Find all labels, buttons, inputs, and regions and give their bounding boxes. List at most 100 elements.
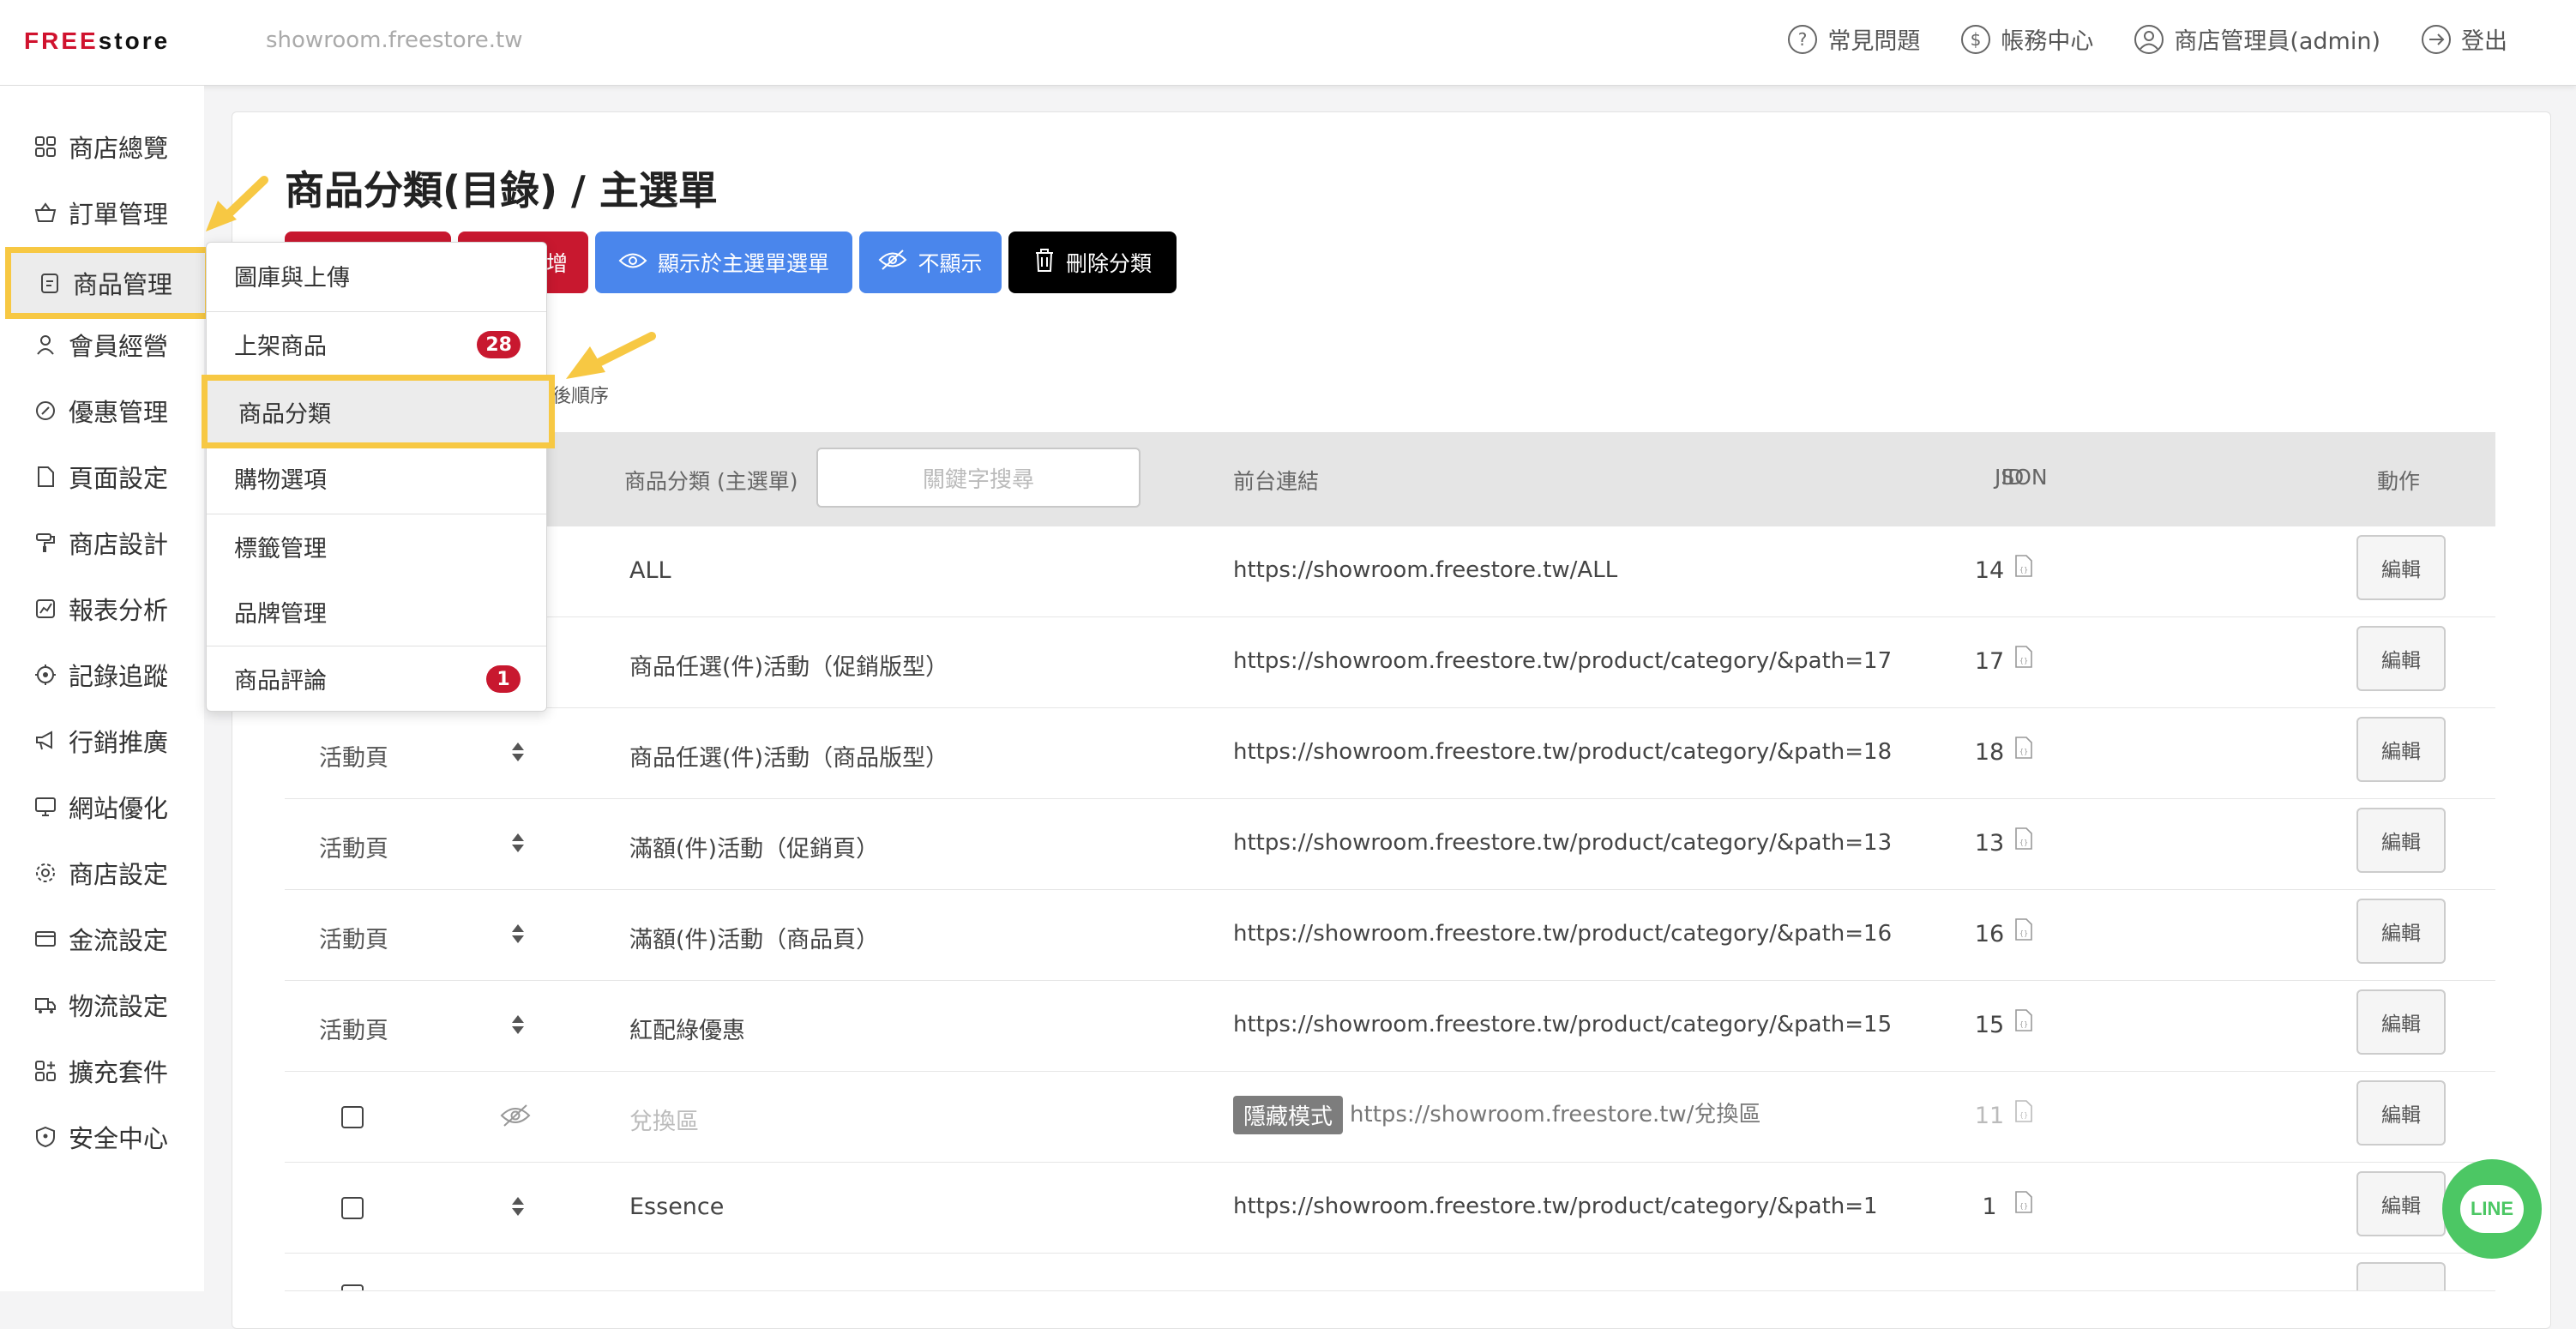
sidebar-label: 行銷推廣: [69, 728, 169, 757]
sort-handle-icon[interactable]: [509, 1194, 527, 1223]
sidebar-label: 記錄追蹤: [69, 662, 169, 691]
sidebar-label: 商店設計: [69, 530, 169, 559]
category-link[interactable]: 隱藏模式 https://showroom.freestore.tw/兌換區: [1233, 1096, 1760, 1134]
basket-icon: [33, 200, 58, 226]
edit-button[interactable]: [2356, 1262, 2446, 1290]
row-checkbox[interactable]: [341, 1106, 364, 1128]
category-link[interactable]: https://showroom.freestore.tw/product/ca…: [1233, 648, 1892, 674]
sidebar-item-overview[interactable]: 商店總覽: [12, 120, 192, 173]
category-link[interactable]: https://showroom.freestore.tw/product/ca…: [1233, 1012, 1892, 1037]
keyword-search-input[interactable]: 關鍵字搜尋: [816, 448, 1141, 508]
header-id: ID: [2001, 465, 2025, 490]
category-link[interactable]: https://showroom.freestore.tw/product/ca…: [1233, 830, 1892, 856]
submenu-item-reviews[interactable]: 商品評論 1: [207, 646, 546, 711]
edit-button[interactable]: 編輯: [2356, 1171, 2446, 1236]
edit-button[interactable]: 編輯: [2356, 899, 2446, 964]
submenu-item-shopping-options[interactable]: 購物選項: [207, 445, 546, 510]
category-name[interactable]: Essence: [629, 1194, 724, 1220]
sidebar-item-extensions[interactable]: 擴充套件: [12, 1044, 192, 1097]
freestore-logo[interactable]: FREEstore: [24, 27, 170, 55]
logo-prefix: FREE: [24, 27, 99, 54]
category-link[interactable]: https://showroom.freestore.tw/product/ca…: [1233, 921, 1892, 947]
hide-button[interactable]: 不顯示: [859, 232, 1002, 293]
billing-link[interactable]: $ 帳務中心: [1959, 22, 2093, 56]
sidebar-item-security[interactable]: 安全中心: [12, 1110, 192, 1164]
edit-button[interactable]: 編輯: [2356, 626, 2446, 691]
table-row: 活動頁 滿額(件)活動（促銷頁） https://showroom.freest…: [285, 799, 2495, 890]
submenu-label: 商品分類: [238, 400, 331, 428]
submenu-item-brands[interactable]: 品牌管理: [207, 579, 546, 644]
table-row: 兌換區 隱藏模式 https://showroom.freestore.tw/兌換…: [285, 1072, 2495, 1163]
sort-handle-icon[interactable]: [509, 830, 527, 859]
edit-button[interactable]: 編輯: [2356, 989, 2446, 1055]
badge-percent-icon: [33, 398, 58, 424]
category-link[interactable]: https://showroom.freestore.tw/ALL: [1233, 557, 1617, 583]
sidebar-item-store-settings[interactable]: 商店設定: [12, 846, 192, 899]
submenu-label: 圖庫與上傳: [234, 264, 350, 292]
logo-suffix: store: [98, 27, 171, 54]
sidebar-label: 報表分析: [69, 596, 169, 625]
target-icon: [33, 662, 58, 688]
category-link[interactable]: https://showroom.freestore.tw/product/ca…: [1233, 739, 1892, 765]
sidebar-label: 商店總覽: [69, 134, 169, 163]
eye-slash-icon: [878, 249, 907, 276]
edit-button[interactable]: 編輯: [2356, 717, 2446, 782]
sidebar-item-seo[interactable]: 網站優化: [12, 780, 192, 833]
category-type: 活動頁: [319, 1018, 388, 1044]
edit-button[interactable]: 編輯: [2356, 1080, 2446, 1146]
sidebar-item-logistics[interactable]: 物流設定: [12, 978, 192, 1031]
category-name[interactable]: 紅配綠優惠: [629, 1012, 745, 1045]
submenu-item-tags[interactable]: 標籤管理: [207, 514, 546, 579]
admin-account-link[interactable]: 商店管理員(admin): [2133, 22, 2380, 56]
sort-handle-icon[interactable]: [509, 1012, 527, 1041]
show-in-menu-button[interactable]: 顯示於主選單選單: [595, 232, 852, 293]
delete-category-button[interactable]: 刪除分類: [1008, 232, 1177, 293]
plugin-icon: [33, 1058, 58, 1084]
submenu-label: 購物選項: [234, 466, 327, 494]
category-name[interactable]: 滿額(件)活動（促銷頁）: [629, 830, 879, 863]
row-checkbox[interactable]: [341, 1284, 364, 1290]
submenu-item-listed-products[interactable]: 上架商品 28: [207, 311, 546, 376]
category-name[interactable]: 商品任選(件)活動（促銷版型）: [629, 648, 948, 682]
sidebar-item-payment[interactable]: 金流設定: [12, 912, 192, 965]
annotation-arrow: [563, 328, 657, 391]
sidebar-item-pages[interactable]: 頁面設定: [12, 450, 192, 503]
sort-handle-icon[interactable]: [509, 921, 527, 950]
sidebar-item-orders[interactable]: 訂單管理: [12, 186, 192, 239]
sidebar-item-members[interactable]: 會員經營: [12, 318, 192, 371]
category-id: 14: [1974, 557, 2005, 584]
sort-handle-icon[interactable]: [509, 739, 527, 768]
sidebar-item-design[interactable]: 商店設計: [12, 516, 192, 569]
category-name[interactable]: 滿額(件)活動（商品頁）: [629, 921, 879, 954]
sidebar-item-tracking[interactable]: 記錄追蹤: [12, 648, 192, 701]
logout-link[interactable]: 登出: [2420, 22, 2507, 56]
hidden-mode-badge: 隱藏模式: [1233, 1096, 1344, 1134]
sidebar-item-reports[interactable]: 報表分析: [12, 582, 192, 635]
sidebar-label: 商品管理: [73, 270, 173, 299]
card-icon: [33, 926, 58, 952]
table-row: 活動頁 滿額(件)活動（商品頁） https://showroom.freest…: [285, 890, 2495, 981]
category-name[interactable]: ALL: [629, 557, 671, 584]
category-name[interactable]: 兌換區: [629, 1103, 699, 1136]
category-id: 13: [1974, 830, 2005, 857]
logout-label: 登出: [2461, 28, 2507, 55]
line-chat-button[interactable]: LINE: [2442, 1159, 2542, 1259]
edit-button[interactable]: 編輯: [2356, 808, 2446, 873]
site-url[interactable]: showroom.freestore.tw: [266, 27, 522, 53]
submenu-item-categories[interactable]: 商品分類: [202, 375, 555, 448]
sidebar-item-products[interactable]: 商品管理: [5, 247, 211, 319]
submenu-item-gallery[interactable]: 圖庫與上傳: [207, 243, 546, 308]
header-link: 前台連結: [1233, 469, 1320, 494]
category-type: 活動頁: [319, 745, 388, 772]
sidebar-item-marketing[interactable]: 行銷推廣: [12, 714, 192, 767]
row-checkbox[interactable]: [341, 1197, 364, 1219]
category-link[interactable]: https://showroom.freestore.tw/product/ca…: [1233, 1194, 1878, 1219]
faq-link[interactable]: ? 常見問題: [1786, 22, 1920, 56]
sidebar-label: 頁面設定: [69, 464, 169, 493]
faq-label: 常見問題: [1827, 28, 1921, 55]
truck-icon: [33, 992, 58, 1018]
sidebar-item-promotions[interactable]: 優惠管理: [12, 384, 192, 437]
edit-button[interactable]: 編輯: [2356, 535, 2446, 600]
category-name[interactable]: 商品任選(件)活動（商品版型）: [629, 739, 948, 773]
category-id: 11: [1974, 1103, 2005, 1129]
